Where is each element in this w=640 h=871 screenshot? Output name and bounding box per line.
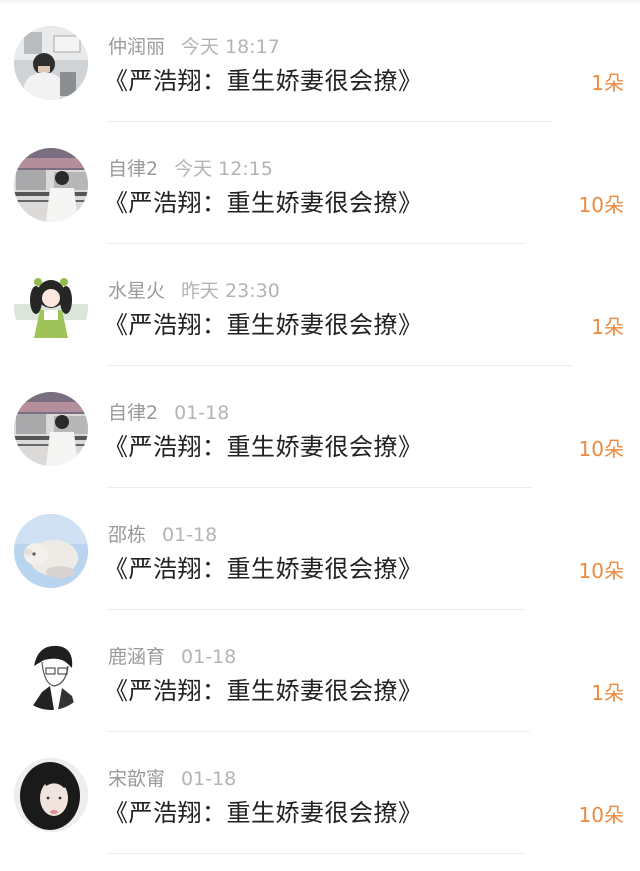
user-avatar-photo-icon: [14, 392, 88, 466]
gift-time: 昨天 23:30: [181, 280, 280, 302]
user-name[interactable]: 邵栋: [108, 524, 146, 546]
user-name[interactable]: 自律2: [108, 402, 158, 424]
avatar[interactable]: [14, 392, 88, 466]
list-item[interactable]: 邵栋 01-18 《严浩翔：重生娇妻很会撩》 10朵: [0, 488, 640, 610]
meta-line: 自律2 今天 12:15: [108, 156, 273, 182]
avatar[interactable]: [14, 26, 88, 100]
gift-list: 仲润丽 今天 18:17 《严浩翔：重生娇妻很会撩》 1朵 自律2 今天 12:…: [0, 0, 640, 871]
gift-amount: 10朵: [578, 803, 624, 827]
gift-time: 今天 18:17: [181, 36, 280, 58]
gift-time: 01-18: [162, 524, 218, 546]
meta-line: 宋歆甯 01-18: [108, 766, 236, 792]
gift-time: 01-18: [181, 768, 237, 790]
gift-amount: 1朵: [591, 71, 624, 95]
meta-line: 仲润丽 今天 18:17: [108, 34, 280, 60]
user-avatar-portrait-icon: [14, 758, 88, 832]
meta-line: 水星火 昨天 23:30: [108, 278, 280, 304]
meta-line: 鹿涵育 01-18: [108, 644, 236, 670]
avatar[interactable]: [14, 514, 88, 588]
gift-amount: 10朵: [578, 193, 624, 217]
gift-time: 今天 12:15: [174, 158, 273, 180]
gift-time: 01-18: [174, 402, 230, 424]
book-title[interactable]: 《严浩翔：重生娇妻很会撩》: [104, 674, 423, 708]
avatar[interactable]: [14, 270, 88, 344]
gift-amount: 1朵: [591, 681, 624, 705]
avatar[interactable]: [14, 636, 88, 710]
user-avatar-lamb-icon: [14, 514, 88, 588]
book-title[interactable]: 《严浩翔：重生娇妻很会撩》: [104, 308, 423, 342]
user-avatar-anime-icon: [14, 270, 88, 344]
gift-record-page: 仲润丽 今天 18:17 《严浩翔：重生娇妻很会撩》 1朵 自律2 今天 12:…: [0, 0, 640, 871]
book-title[interactable]: 《严浩翔：重生娇妻很会撩》: [104, 64, 423, 98]
list-item[interactable]: 水星火 昨天 23:30 《严浩翔：重生娇妻很会撩》 1朵: [0, 244, 640, 366]
list-item[interactable]: 仲润丽 今天 18:17 《严浩翔：重生娇妻很会撩》 1朵: [0, 0, 640, 122]
book-title[interactable]: 《严浩翔：重生娇妻很会撩》: [104, 430, 423, 464]
list-item[interactable]: 自律2 01-18 《严浩翔：重生娇妻很会撩》 10朵: [0, 366, 640, 488]
gift-amount: 1朵: [591, 315, 624, 339]
book-title[interactable]: 《严浩翔：重生娇妻很会撩》: [104, 796, 423, 830]
row-divider: [106, 853, 526, 854]
list-item[interactable]: 鹿涵育 01-18 《严浩翔：重生娇妻很会撩》 1朵: [0, 610, 640, 732]
meta-line: 邵栋 01-18: [108, 522, 217, 548]
gift-amount: 10朵: [578, 437, 624, 461]
user-name[interactable]: 鹿涵育: [108, 646, 165, 668]
gift-time: 01-18: [181, 646, 237, 668]
user-avatar-photo-icon: [14, 26, 88, 100]
user-avatar-sketch-icon: [14, 636, 88, 710]
gift-amount: 10朵: [578, 559, 624, 583]
meta-line: 自律2 01-18: [108, 400, 229, 426]
user-name[interactable]: 仲润丽: [108, 36, 165, 58]
book-title[interactable]: 《严浩翔：重生娇妻很会撩》: [104, 552, 423, 586]
list-item[interactable]: 宋歆甯 01-18 《严浩翔：重生娇妻很会撩》 10朵: [0, 732, 640, 854]
user-name[interactable]: 自律2: [108, 158, 158, 180]
list-item[interactable]: 自律2 今天 12:15 《严浩翔：重生娇妻很会撩》 10朵: [0, 122, 640, 244]
user-name[interactable]: 水星火: [108, 280, 165, 302]
avatar[interactable]: [14, 758, 88, 832]
avatar[interactable]: [14, 148, 88, 222]
book-title[interactable]: 《严浩翔：重生娇妻很会撩》: [104, 186, 423, 220]
user-avatar-photo-icon: [14, 148, 88, 222]
user-name[interactable]: 宋歆甯: [108, 768, 165, 790]
